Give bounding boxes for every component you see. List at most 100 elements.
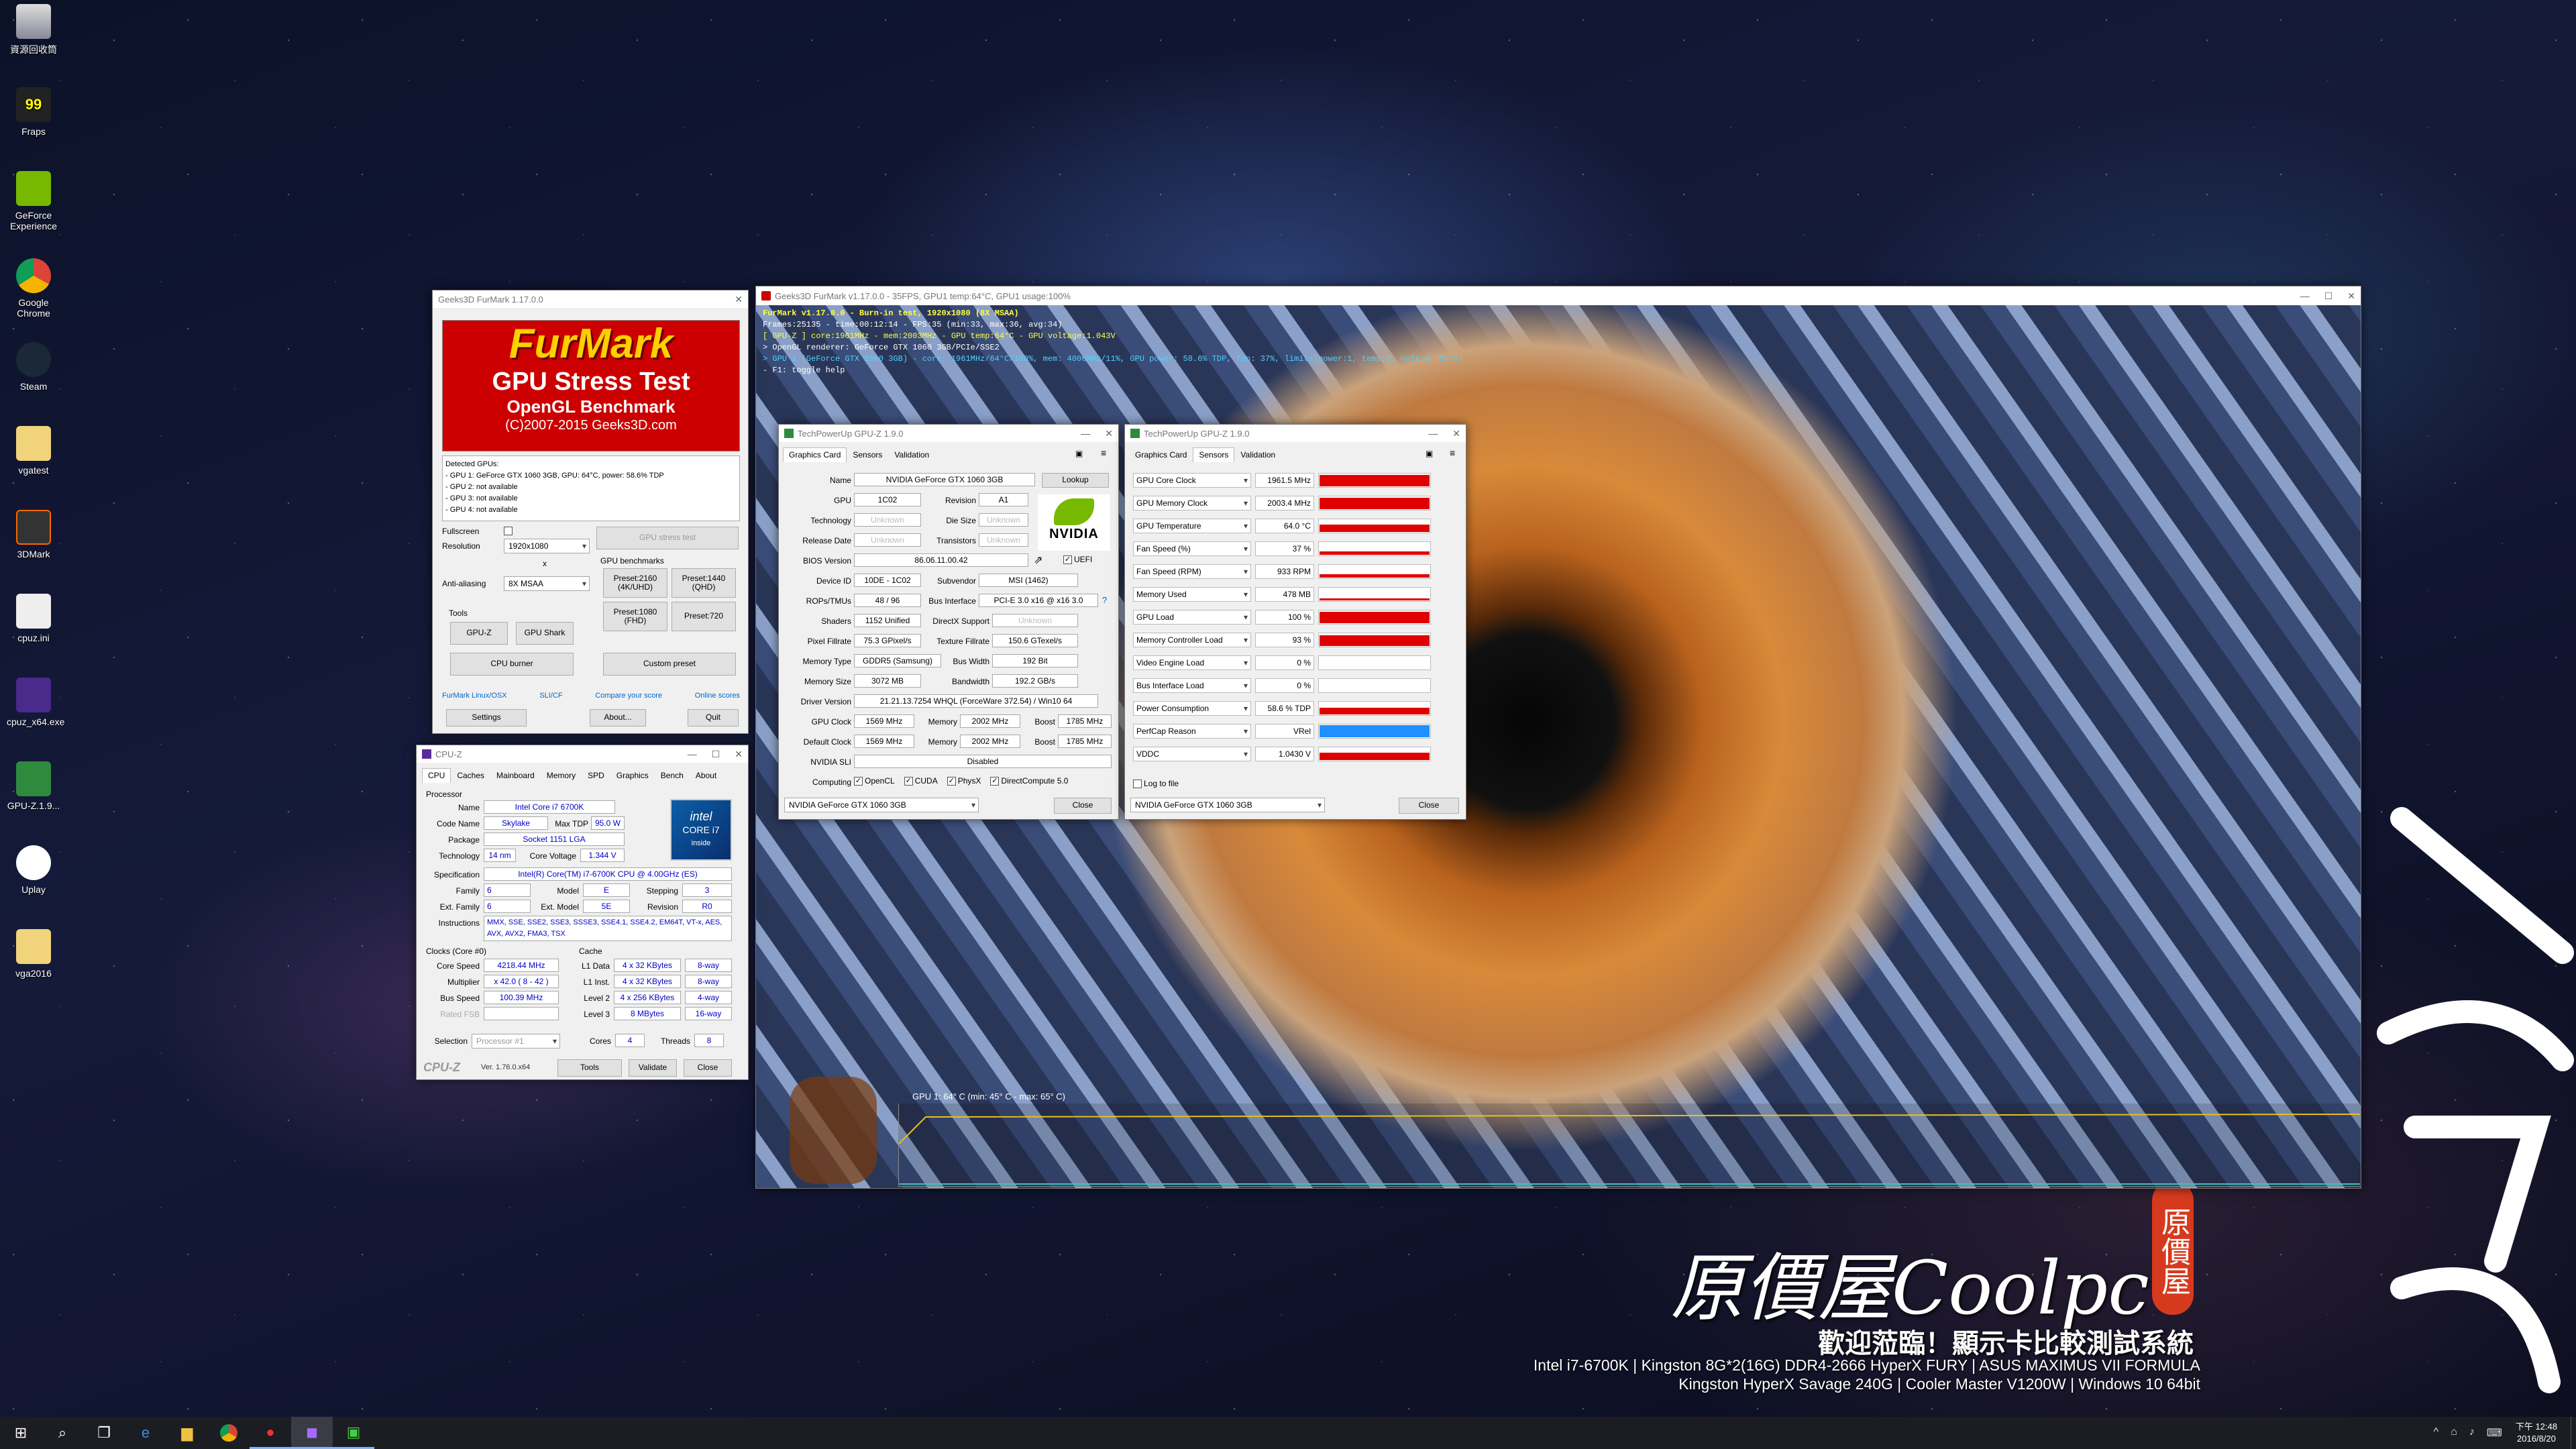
log-to-file-checkbox[interactable] (1133, 780, 1142, 789)
help-icon[interactable]: ? (1102, 595, 1107, 605)
preset-2160-button[interactable]: Preset:2160 (4K/UHD) (603, 568, 667, 598)
quit-button[interactable]: Quit (688, 709, 739, 727)
furmark-title-bar[interactable]: Geeks3D FurMark 1.17.0.0 ✕ (433, 290, 748, 308)
tab-sensors[interactable]: Sensors (847, 447, 888, 462)
minimize-button[interactable]: — (1428, 428, 1438, 439)
close-button[interactable]: ✕ (1452, 428, 1460, 439)
tab-memory[interactable]: Memory (541, 768, 582, 783)
tab-graphics-card[interactable]: Graphics Card (1129, 447, 1193, 462)
tab-caches[interactable]: Caches (451, 768, 490, 783)
desktop-icon-vgatest[interactable]: vgatest (7, 426, 60, 476)
keyboard-icon[interactable]: ⌨ (2487, 1426, 2502, 1440)
menu-icon[interactable]: ≡ (1450, 447, 1455, 458)
tab-graphics-card[interactable]: Graphics Card (783, 447, 847, 462)
share-icon[interactable]: ⇗ (1034, 553, 1042, 567)
preset-1080-button[interactable]: Preset:1080 (FHD) (603, 602, 667, 631)
link-sli-cf[interactable]: SLI/CF (539, 692, 562, 700)
sensor-name[interactable]: Bus Interface Load (1133, 678, 1251, 693)
desktop-icon-fraps[interactable]: 99 Fraps (7, 87, 60, 137)
uefi-checkbox-row[interactable]: ✓ UEFI (1063, 555, 1092, 565)
minimize-button[interactable]: — (688, 749, 697, 760)
sensor-name[interactable]: GPU Core Clock (1133, 473, 1251, 488)
sensor-name[interactable]: Fan Speed (%) (1133, 541, 1251, 556)
cpuz-window[interactable]: CPU-Z — ☐ ✕ CPU Caches Mainboard Memory SPD Grap… (416, 745, 749, 1080)
directcompute-checkbox[interactable]: ✓ DirectCompute 5.0 (990, 776, 1068, 786)
camera-icon[interactable]: ▣ (1426, 449, 1433, 458)
close-button[interactable]: Close (1054, 798, 1112, 814)
sensor-name[interactable]: GPU Memory Clock (1133, 496, 1251, 511)
gpu-shark-button[interactable]: GPU Shark (516, 622, 574, 645)
sensor-name[interactable]: Video Engine Load (1133, 655, 1251, 670)
start-button[interactable]: ⊞ (0, 1417, 42, 1449)
furmark-control-window[interactable]: Geeks3D FurMark 1.17.0.0 ✕ FurMark GPU St… (432, 290, 749, 734)
physx-checkbox[interactable]: ✓ PhysX (947, 776, 981, 786)
desktop-icon-geforce[interactable]: GeForce Experience (7, 171, 60, 231)
tab-mainboard[interactable]: Mainboard (490, 768, 541, 783)
gpu-stress-test-button[interactable]: GPU stress test (596, 527, 739, 549)
gpuz-card-title-bar[interactable]: TechPowerUp GPU-Z 1.9.0 — ✕ (779, 425, 1118, 442)
desktop-icon-3dmark[interactable]: 3DMark (7, 510, 60, 559)
about-button[interactable]: About... (590, 709, 646, 727)
lookup-button[interactable]: Lookup (1042, 473, 1109, 488)
tools-button[interactable]: Tools (557, 1059, 622, 1077)
task-view-icon[interactable]: ❐ (83, 1417, 125, 1449)
maximize-button[interactable]: ☐ (712, 749, 720, 760)
tab-spd[interactable]: SPD (582, 768, 610, 783)
close-button[interactable]: Close (684, 1059, 732, 1077)
sensor-name[interactable]: PerfCap Reason (1133, 724, 1251, 739)
link-linux-osx[interactable]: FurMark Linux/OSX (442, 692, 507, 700)
maximize-button[interactable]: ☐ (2324, 290, 2333, 302)
validate-button[interactable]: Validate (629, 1059, 677, 1077)
desktop-icon-cpuz-exe[interactable]: cpuz_x64.exe (7, 678, 64, 727)
render-title-bar[interactable]: Geeks3D FurMark v1.17.0.0 - 35FPS, GPU1 … (756, 286, 2361, 305)
uefi-checkbox[interactable]: ✓ (1063, 555, 1072, 565)
preset-720-button[interactable]: Preset:720 (672, 602, 736, 631)
show-desktop-button[interactable] (2571, 1417, 2576, 1449)
sensor-name[interactable]: Memory Used (1133, 587, 1251, 602)
sensor-name[interactable]: VDDC (1133, 747, 1251, 761)
resolution-select[interactable]: 1920x1080 (504, 539, 590, 553)
desktop-icon-chrome[interactable]: Google Chrome (7, 258, 60, 319)
fullscreen-checkbox[interactable] (504, 527, 513, 535)
gpuz-sensors-window[interactable]: TechPowerUp GPU-Z 1.9.0 — ✕ Graphics Card S… (1124, 424, 1466, 820)
close-button[interactable]: ✕ (735, 749, 743, 760)
desktop-icon-vga2016[interactable]: vga2016 (7, 929, 60, 979)
clock[interactable]: 下午 12:48 2016/8/20 (2516, 1421, 2571, 1445)
sensor-name[interactable]: Power Consumption (1133, 701, 1251, 716)
custom-preset-button[interactable]: Custom preset (603, 653, 736, 676)
settings-button[interactable]: Settings (446, 709, 527, 727)
chrome-taskbar-icon[interactable] (208, 1417, 250, 1449)
gpu-select[interactable]: NVIDIA GeForce GTX 1060 3GB (784, 798, 979, 812)
cuda-checkbox[interactable]: ✓ CUDA (904, 776, 938, 786)
cpuz-taskbar-icon[interactable]: ◼ (291, 1417, 333, 1449)
sensor-name[interactable]: Memory Controller Load (1133, 633, 1251, 647)
desktop-icon-recycle-bin[interactable]: 資源回收筒 (7, 4, 60, 56)
tab-graphics[interactable]: Graphics (610, 768, 655, 783)
tray-chevron-icon[interactable]: ^ (2434, 1426, 2439, 1440)
processor-select[interactable]: Processor #1 (472, 1034, 560, 1049)
tab-validation[interactable]: Validation (1234, 447, 1281, 462)
sensor-name[interactable]: Fan Speed (RPM) (1133, 564, 1251, 579)
file-explorer-icon[interactable]: ▆ (166, 1417, 208, 1449)
gpuz-sensors-title-bar[interactable]: TechPowerUp GPU-Z 1.9.0 — ✕ (1125, 425, 1466, 442)
minimize-button[interactable]: — (1081, 428, 1090, 439)
search-icon[interactable]: ⌕ (42, 1417, 83, 1449)
tab-cpu[interactable]: CPU (422, 768, 451, 783)
close-button[interactable]: ✕ (735, 294, 743, 305)
cpu-burner-button[interactable]: CPU burner (450, 653, 574, 676)
close-button[interactable]: ✕ (2347, 290, 2355, 302)
volume-icon[interactable]: ♪ (2469, 1426, 2475, 1440)
close-button[interactable]: Close (1399, 798, 1459, 814)
sensor-name[interactable]: GPU Temperature (1133, 519, 1251, 533)
preset-1440-button[interactable]: Preset:1440 (QHD) (672, 568, 736, 598)
network-icon[interactable]: ⌂ (2451, 1426, 2457, 1440)
furmark-taskbar-icon[interactable]: ● (250, 1417, 291, 1449)
menu-icon[interactable]: ≡ (1101, 447, 1106, 458)
gpu-select[interactable]: NVIDIA GeForce GTX 1060 3GB (1130, 798, 1325, 812)
aa-select[interactable]: 8X MSAA (504, 576, 590, 591)
gpuz-button[interactable]: GPU-Z (450, 622, 508, 645)
camera-icon[interactable]: ▣ (1075, 449, 1083, 458)
cpuz-title-bar[interactable]: CPU-Z — ☐ ✕ (417, 745, 748, 763)
sensor-name[interactable]: GPU Load (1133, 610, 1251, 625)
desktop-icon-steam[interactable]: Steam (7, 342, 60, 392)
